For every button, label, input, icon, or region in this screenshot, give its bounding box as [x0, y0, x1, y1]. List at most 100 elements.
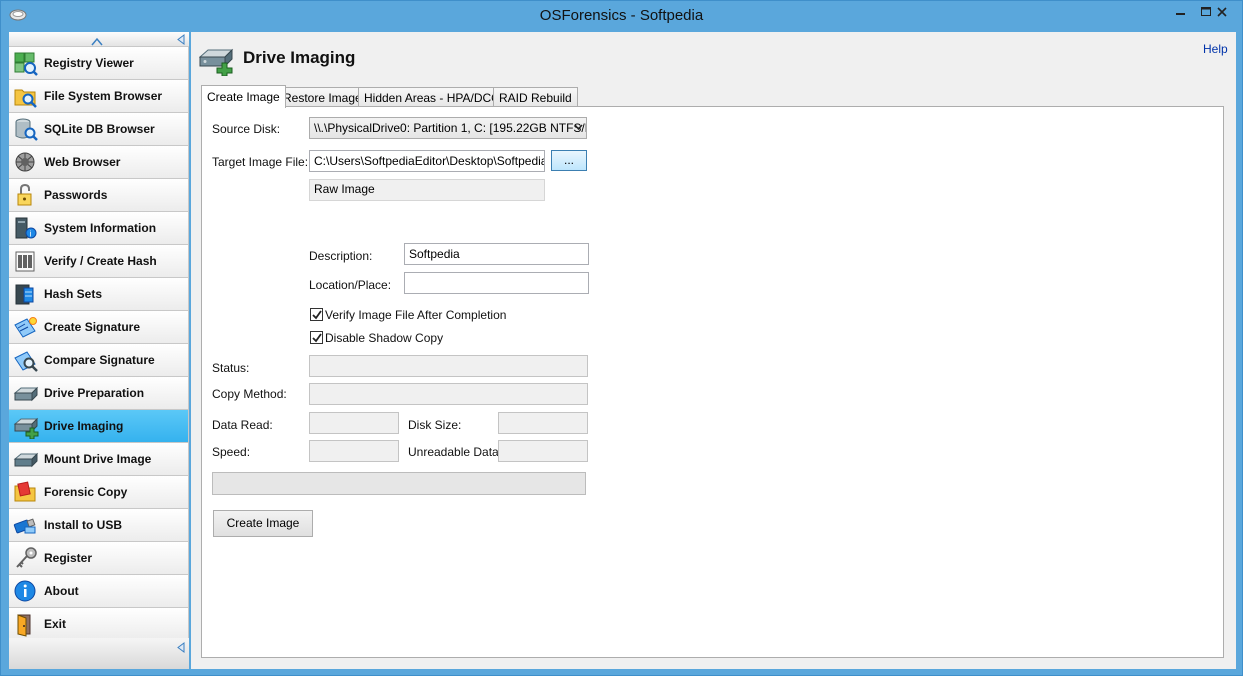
sidebar-item-drive-imaging[interactable]: Drive Imaging: [9, 410, 189, 443]
signature-create-icon: [13, 315, 39, 340]
copy-method-field: [309, 383, 588, 405]
sidebar-item-registry-viewer[interactable]: Registry Viewer: [9, 47, 189, 80]
sidebar-item-label: Register: [44, 551, 93, 565]
status-field: [309, 355, 588, 377]
sidebar-item-web-browser[interactable]: Web Browser: [9, 146, 189, 179]
sidebar-item-register[interactable]: Register: [9, 542, 189, 575]
create-image-panel: Source Disk: \\.\PhysicalDrive0: Partiti…: [201, 106, 1224, 658]
folder-search-icon: [13, 84, 39, 109]
sidebar: Registry Viewer File System Browser SQLi…: [9, 32, 189, 669]
disk-size-label: Disk Size:: [408, 418, 462, 432]
usb-icon: [13, 513, 39, 538]
description-label: Description:: [309, 249, 373, 263]
browse-button[interactable]: ...: [551, 150, 587, 171]
minimize-button[interactable]: [1167, 2, 1193, 23]
sidebar-item-label: File System Browser: [44, 89, 163, 103]
sidebar-item-label: About: [44, 584, 79, 598]
target-image-label: Target Image File:: [212, 155, 309, 169]
chevron-down-icon: [574, 124, 583, 131]
disable-shadow-copy-checkbox[interactable]: [310, 331, 323, 344]
app-window: OSForensics - Softpedia Registry Viewer: [0, 0, 1243, 676]
verify-image-label[interactable]: Verify Image File After Completion: [325, 308, 506, 322]
sidebar-item-about[interactable]: About: [9, 575, 189, 608]
sidebar-item-label: Forensic Copy: [44, 485, 128, 499]
sidebar-item-sqlite-db-browser[interactable]: SQLite DB Browser: [9, 113, 189, 146]
sidebar-item-forensic-copy[interactable]: Forensic Copy: [9, 476, 189, 509]
sidebar-item-label: Passwords: [44, 188, 108, 202]
close-button[interactable]: [1208, 2, 1236, 23]
signature-compare-icon: [13, 348, 39, 373]
tab-hidden-areas[interactable]: Hidden Areas - HPA/DCO: [358, 87, 507, 107]
page-title: Drive Imaging: [243, 48, 356, 67]
tab-restore-image[interactable]: Restore Image: [277, 87, 368, 107]
sidebar-item-system-information[interactable]: i System Information: [9, 212, 189, 245]
tab-raid-rebuild[interactable]: RAID Rebuild: [493, 87, 578, 107]
barcode-icon: [13, 249, 39, 274]
globe-icon: [13, 150, 39, 175]
sidebar-item-exit[interactable]: Exit: [9, 608, 189, 641]
exit-door-icon: [13, 612, 39, 637]
svg-text:i: i: [30, 230, 32, 239]
sidebar-item-label: Verify / Create Hash: [44, 254, 157, 268]
checkmark-icon: [312, 333, 322, 343]
drive-icon: [13, 381, 39, 406]
padlock-icon: [13, 183, 39, 208]
computer-icon: i: [13, 216, 39, 241]
key-icon: [13, 546, 39, 571]
description-value: Softpedia: [409, 247, 460, 261]
target-image-value: C:\Users\SoftpediaEditor\Desktop\Softped…: [314, 154, 545, 168]
sidebar-item-drive-preparation[interactable]: Drive Preparation: [9, 377, 189, 410]
location-label: Location/Place:: [309, 278, 392, 292]
hash-set-icon: [13, 282, 39, 307]
tab-create-image[interactable]: Create Image: [201, 85, 286, 108]
sidebar-item-label: Compare Signature: [44, 353, 155, 367]
drive-imaging-icon: [13, 414, 39, 440]
sidebar-item-create-signature[interactable]: Create Signature: [9, 311, 189, 344]
drive-imaging-icon: [198, 44, 235, 77]
sidebar-item-hash-sets[interactable]: Hash Sets: [9, 278, 189, 311]
image-type-display: Raw Image: [309, 179, 545, 201]
sidebar-item-mount-drive-image[interactable]: Mount Drive Image: [9, 443, 189, 476]
collapse-arrow-icon[interactable]: [176, 642, 186, 653]
sidebar-item-label: Drive Preparation: [44, 386, 145, 400]
status-label: Status:: [212, 361, 250, 375]
disable-shadow-copy-label[interactable]: Disable Shadow Copy: [325, 331, 443, 345]
help-link[interactable]: Help: [1203, 42, 1228, 56]
create-image-button[interactable]: Create Image: [213, 510, 313, 537]
sidebar-footer: [9, 638, 189, 669]
progress-bar: [212, 472, 586, 495]
main-pane: Drive Imaging Help Create Image Restore …: [191, 32, 1236, 669]
scroll-up-icon[interactable]: [91, 35, 103, 46]
data-read-field: [309, 412, 399, 434]
checkmark-icon: [312, 310, 322, 320]
data-read-label: Data Read:: [212, 418, 273, 432]
verify-image-checkbox[interactable]: [310, 308, 323, 321]
minimize-icon: [1176, 13, 1185, 15]
collapse-sidebar-icon[interactable]: [176, 34, 186, 45]
sidebar-item-label: Exit: [44, 617, 67, 631]
sidebar-item-file-system-browser[interactable]: File System Browser: [9, 80, 189, 113]
location-field[interactable]: [404, 272, 589, 294]
sidebar-item-label: Registry Viewer: [44, 56, 134, 70]
speed-label: Speed:: [212, 445, 251, 459]
source-disk-label: Source Disk:: [212, 122, 281, 136]
disk-size-field: [498, 412, 588, 434]
source-disk-value: \\.\PhysicalDrive0: Partition 1, C: [195…: [314, 121, 587, 135]
close-icon: [1217, 7, 1227, 17]
sidebar-item-label: Web Browser: [44, 155, 121, 169]
sidebar-item-install-to-usb[interactable]: Install to USB: [9, 509, 189, 542]
sidebar-item-passwords[interactable]: Passwords: [9, 179, 189, 212]
target-image-field[interactable]: C:\Users\SoftpediaEditor\Desktop\Softped…: [309, 150, 545, 172]
sidebar-item-label: Drive Imaging: [44, 419, 124, 433]
registry-icon: [13, 51, 39, 76]
forensic-copy-icon: [13, 480, 39, 505]
sidebar-item-label: SQLite DB Browser: [44, 122, 155, 136]
mount-drive-icon: [13, 447, 39, 472]
sidebar-item-label: Mount Drive Image: [44, 452, 152, 466]
sidebar-item-compare-signature[interactable]: Compare Signature: [9, 344, 189, 377]
sidebar-item-verify-create-hash[interactable]: Verify / Create Hash: [9, 245, 189, 278]
sidebar-item-label: Hash Sets: [44, 287, 103, 301]
unreadable-data-field: [498, 440, 588, 462]
source-disk-select[interactable]: \\.\PhysicalDrive0: Partition 1, C: [195…: [309, 117, 587, 139]
description-field[interactable]: Softpedia: [404, 243, 589, 265]
